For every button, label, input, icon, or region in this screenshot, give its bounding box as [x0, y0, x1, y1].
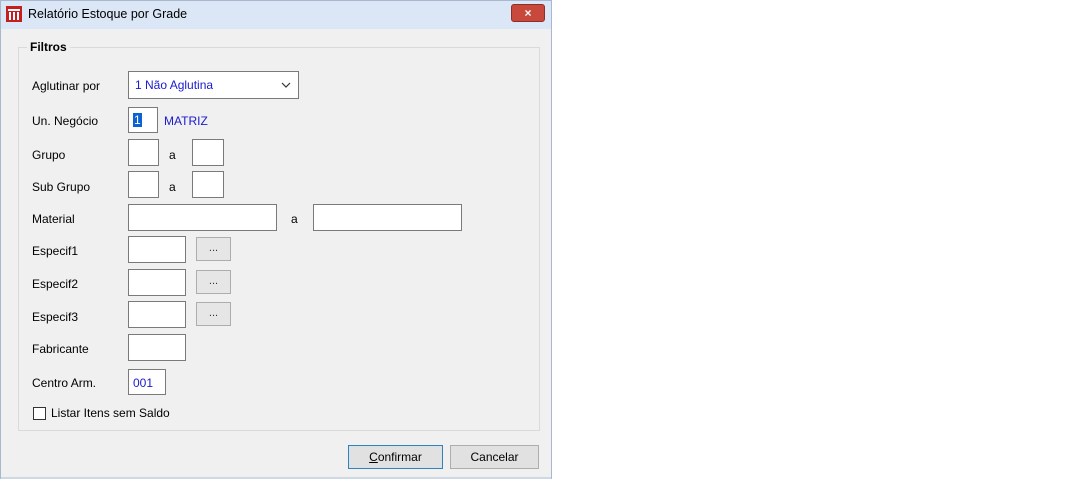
especif2-lookup-button[interactable]: ...	[196, 270, 231, 294]
centro-value: 001	[133, 376, 154, 390]
filters-title: Filtros	[27, 40, 70, 54]
especif3-label: Especif3	[32, 310, 79, 324]
un-negocio-label: Un. Negócio	[32, 114, 99, 128]
centro-input[interactable]: 001	[128, 369, 166, 395]
cancel-label: Cancelar	[470, 450, 519, 464]
especif3-input[interactable]	[128, 301, 186, 328]
especif2-label: Especif2	[32, 277, 79, 291]
chevron-down-icon	[281, 82, 291, 88]
un-negocio-name: MATRIZ	[164, 114, 208, 128]
especif3-lookup-button[interactable]: ...	[196, 302, 231, 326]
material-a-label: a	[291, 212, 298, 226]
un-negocio-input[interactable]: 1	[128, 107, 158, 133]
un-negocio-value: 1	[133, 113, 142, 127]
subgrupo-a-label: a	[169, 180, 176, 194]
confirm-button[interactable]: Confirmar	[348, 445, 443, 469]
title-bar: Relatório Estoque por Grade ×	[1, 1, 551, 29]
material-from-input[interactable]	[128, 204, 277, 231]
report-dialog: Relatório Estoque por Grade × Filtros Ag…	[0, 0, 552, 479]
fabricante-label: Fabricante	[32, 342, 89, 356]
grupo-label: Grupo	[32, 148, 66, 162]
subgrupo-from-input[interactable]	[128, 171, 159, 198]
material-label: Material	[32, 212, 75, 226]
especif1-label: Especif1	[32, 244, 79, 258]
especif1-lookup-button[interactable]: ...	[196, 237, 231, 261]
confirm-label: Confirmar	[369, 450, 422, 464]
material-to-input[interactable]	[313, 204, 462, 231]
subgrupo-label: Sub Grupo	[32, 180, 91, 194]
grupo-to-input[interactable]	[192, 139, 224, 166]
especif1-input[interactable]	[128, 236, 186, 263]
fabricante-input[interactable]	[128, 334, 186, 361]
close-button[interactable]: ×	[511, 4, 545, 22]
filters-groupbox	[18, 47, 540, 431]
aglutinar-select[interactable]: 1 Não Aglutina	[128, 71, 299, 99]
especif2-input[interactable]	[128, 269, 186, 296]
aglutinar-value: 1 Não Aglutina	[135, 78, 214, 92]
aglutinar-label: Aglutinar por	[32, 79, 101, 93]
close-icon: ×	[524, 6, 532, 20]
app-logo-icon	[6, 6, 22, 22]
window-title: Relatório Estoque por Grade	[28, 7, 188, 21]
subgrupo-to-input[interactable]	[192, 171, 224, 198]
listar-checkbox[interactable]	[33, 407, 46, 420]
centro-label: Centro Arm.	[32, 376, 97, 390]
cancel-button[interactable]: Cancelar	[450, 445, 539, 469]
listar-label: Listar Itens sem Saldo	[51, 406, 170, 420]
grupo-from-input[interactable]	[128, 139, 159, 166]
grupo-a-label: a	[169, 148, 176, 162]
